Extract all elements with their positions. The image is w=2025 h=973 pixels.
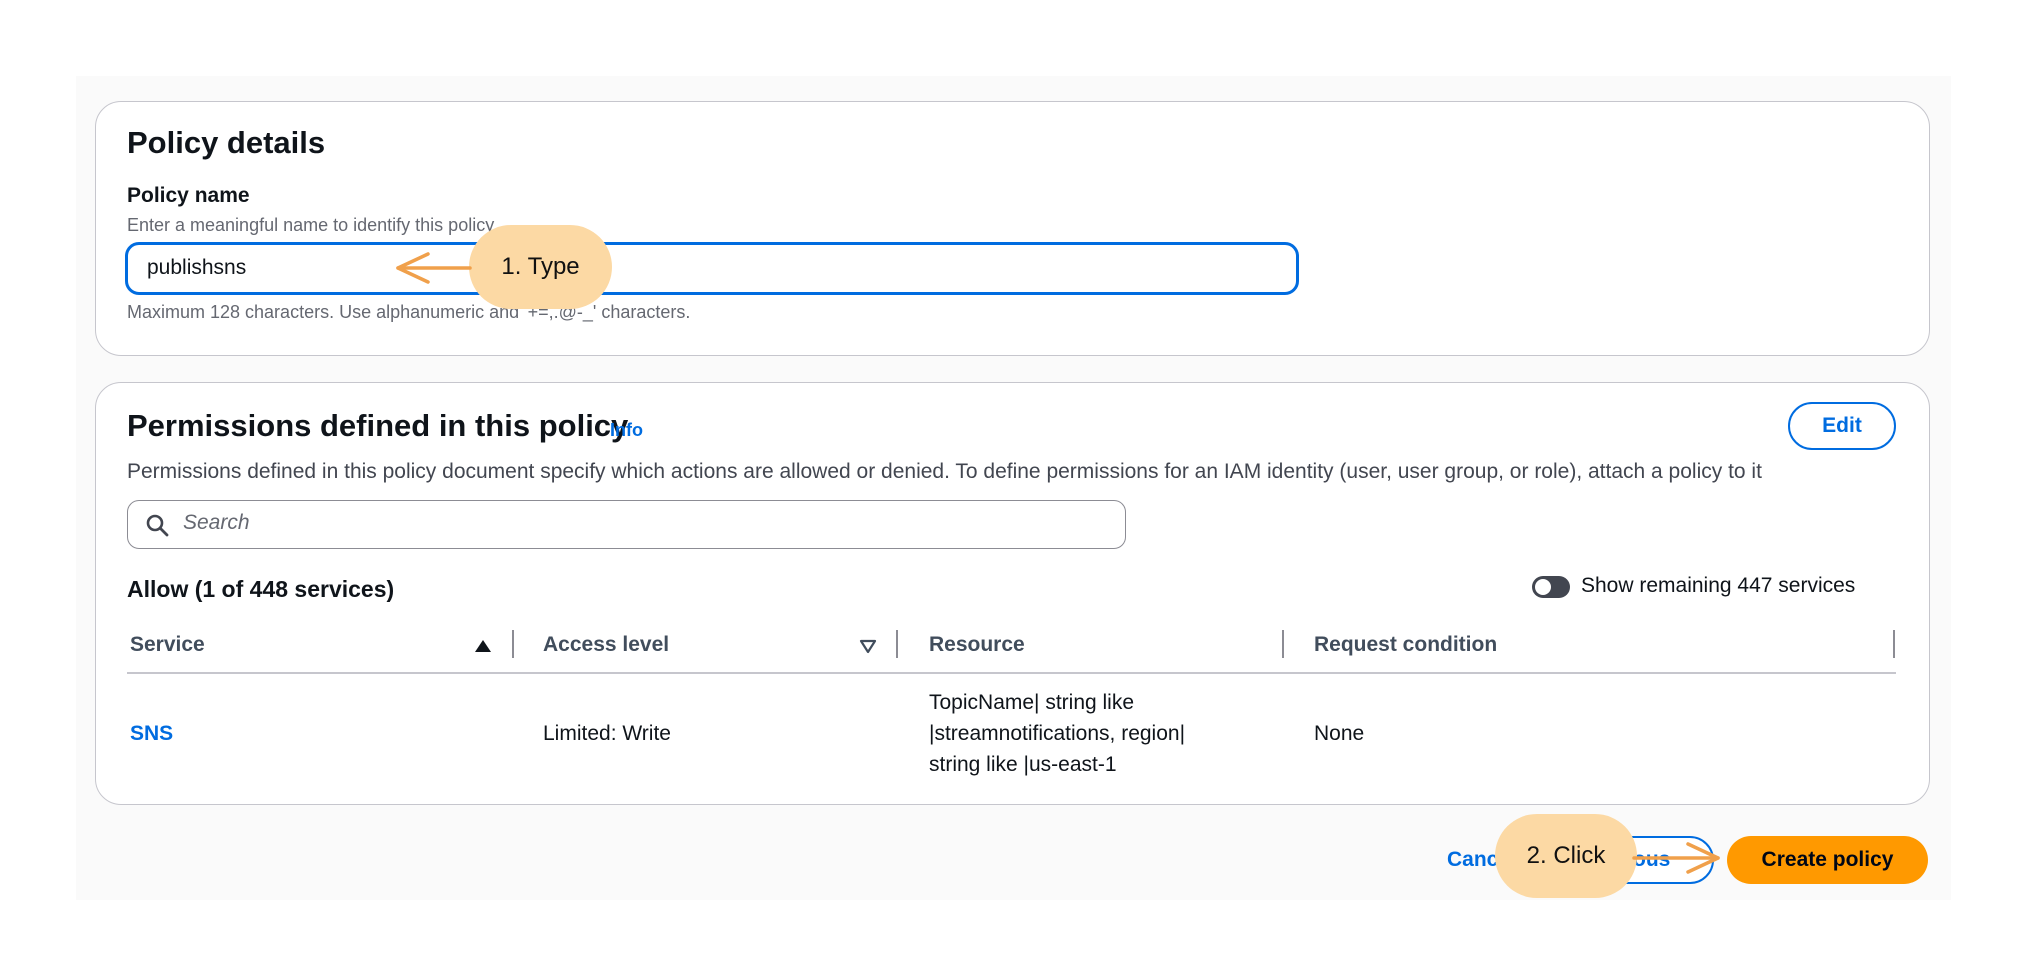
annotation-arrow-right-icon	[1632, 842, 1720, 874]
permissions-description: Permissions defined in this policy docum…	[127, 460, 1762, 483]
annotation-step-2-bubble: 2. Click	[1495, 814, 1637, 898]
policy-name-description: Enter a meaningful name to identify this…	[127, 215, 498, 235]
policy-name-input[interactable]	[125, 242, 1299, 295]
edit-button[interactable]: Edit	[1788, 402, 1896, 450]
resource-line-2: |streamnotifications, region|	[929, 722, 1186, 745]
policy-name-label: Policy name	[127, 184, 250, 207]
search-icon	[146, 514, 169, 537]
request-condition-cell: None	[1314, 722, 1365, 745]
column-header-service[interactable]: Service	[130, 633, 205, 657]
create-policy-button[interactable]: Create policy	[1727, 836, 1928, 884]
access-level-cell: Limited: Write	[543, 722, 671, 745]
annotation-arrow-left-icon	[396, 252, 472, 284]
show-remaining-toggle[interactable]	[1532, 576, 1570, 598]
allow-heading: Allow (1 of 448 services)	[127, 576, 395, 602]
permissions-title: Permissions defined in this policy	[127, 408, 629, 443]
permissions-search-input[interactable]	[127, 500, 1126, 549]
column-separator	[1893, 630, 1895, 658]
service-link-sns[interactable]: SNS	[130, 722, 173, 746]
sort-ascending-icon[interactable]	[474, 638, 492, 654]
policy-name-constraint: Maximum 128 characters. Use alphanumeric…	[127, 302, 691, 322]
column-header-request-condition[interactable]: Request condition	[1314, 633, 1497, 657]
sort-descending-icon[interactable]	[859, 638, 877, 654]
column-header-access-level[interactable]: Access level	[543, 633, 669, 657]
annotation-step-1-bubble: 1. Type	[469, 225, 612, 309]
column-separator	[512, 630, 514, 658]
info-link[interactable]: Info	[610, 420, 643, 441]
table-header-divider	[127, 672, 1896, 674]
resource-line-3: string like |us-east-1	[929, 753, 1117, 776]
toggle-label: Show remaining 447 services	[1581, 574, 1856, 597]
column-header-resource[interactable]: Resource	[929, 633, 1025, 657]
policy-name-value: publishsns	[147, 256, 247, 279]
column-separator	[896, 630, 898, 658]
policy-details-title: Policy details	[127, 125, 326, 160]
resource-line-1: TopicName| string like	[929, 691, 1135, 714]
column-separator	[1282, 630, 1284, 658]
search-placeholder: Search	[183, 511, 250, 534]
